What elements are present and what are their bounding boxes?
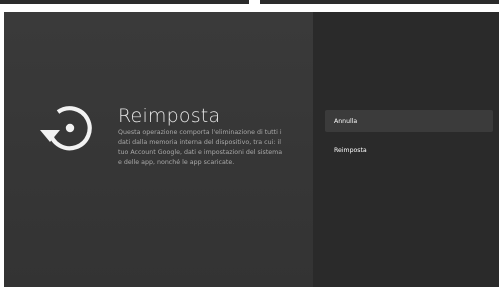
reset-option-label: Reimposta [334, 146, 367, 154]
dialog-description: Questa operazione comporta l'eliminazion… [118, 129, 283, 166]
cancel-option[interactable]: Annulla [325, 110, 493, 132]
reset-option[interactable]: Reimposta [325, 139, 493, 161]
tv-settings-screen: Reimposta Questa operazione comporta l'e… [0, 0, 499, 287]
reset-icon [40, 106, 92, 151]
cancel-option-label: Annulla [334, 117, 358, 125]
dialog-options-pane: Annulla Reimposta [313, 12, 499, 287]
reset-confirmation-dialog: Reimposta Questa operazione comporta l'e… [4, 12, 499, 287]
top-bar-left [0, 0, 249, 4]
top-bar-right [260, 0, 499, 4]
dialog-title: Reimposta [118, 105, 221, 127]
dialog-info-pane: Reimposta Questa operazione comporta l'e… [4, 12, 313, 287]
